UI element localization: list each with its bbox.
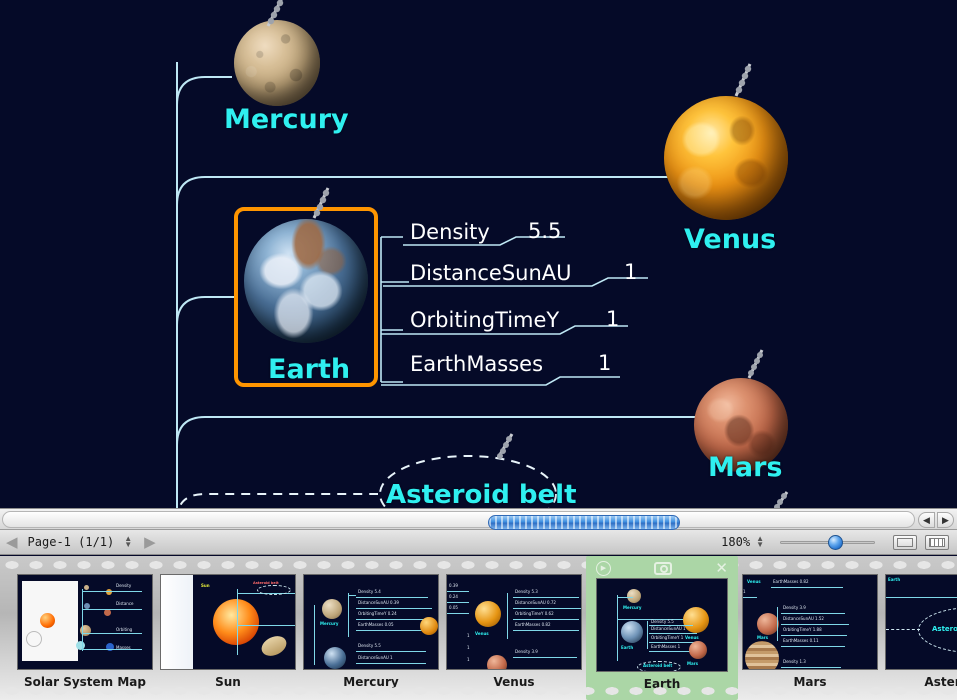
- thumbnail-mars[interactable]: Venus EarthMasses 0.82 1 Mars Density 3.…: [739, 556, 881, 700]
- thumbnail-image: 0.39 0.24 0.05 Venus Density 5.3 Distanc…: [446, 574, 582, 670]
- thumbnail-image: Mercury Venus Earth Density 5.5 Distance…: [596, 578, 728, 672]
- zoom-controls: 180% ▲ ▼: [721, 534, 957, 550]
- attribute-name: OrbitingTimeY: [410, 308, 560, 332]
- zoom-stepper[interactable]: ▲ ▼: [750, 535, 770, 549]
- attribute-value: 1: [606, 307, 620, 331]
- thumbnail-overlay-controls: ▶ ✕: [586, 558, 738, 578]
- camera-lens-icon: [660, 564, 669, 573]
- asteroid-belt-label: Asteroid belt: [386, 480, 577, 508]
- zoom-slider-knob[interactable]: [828, 535, 843, 550]
- thumbnail-caption: Earth: [643, 677, 681, 691]
- status-bar: ◀ Page-1 (1/1) ▲ ▼ ▶ 180% ▲ ▼: [0, 530, 957, 555]
- thumbnail-caption: Asteroid: [924, 675, 957, 689]
- filmstrip-view-button[interactable]: [925, 534, 949, 550]
- page-filmstrip[interactable]: Density Distance Orbiting Masses Solar S…: [0, 556, 957, 700]
- thumbnail-caption: Mars: [793, 675, 827, 689]
- thumbnail-caption: Sun: [215, 675, 241, 689]
- thumbnail-image: Mercury Density 5.4 DistanceSunAU 0.39 O…: [303, 574, 439, 670]
- mars-pin-icon: [747, 349, 764, 379]
- earth-planet-image: [244, 219, 368, 343]
- mercury-pin-icon: [266, 0, 284, 27]
- right-triangle-icon: ▶: [144, 534, 156, 551]
- thumbnail-caption: Venus: [493, 675, 535, 689]
- earth-label: Earth: [268, 354, 351, 385]
- scroll-right-button[interactable]: ▶: [937, 512, 954, 528]
- scroll-left-button[interactable]: ◀: [918, 512, 935, 528]
- previous-page-button[interactable]: ◀: [0, 533, 24, 551]
- zoom-level-label: 180%: [721, 535, 751, 549]
- thumbnail-sun[interactable]: Sun Asteroid belt Sun: [157, 556, 299, 700]
- mars-label: Mars: [708, 452, 783, 483]
- page-indicator: Page-1 (1/1): [27, 535, 115, 549]
- panels-icon: [897, 537, 913, 547]
- stepper-down-icon[interactable]: ▼: [124, 541, 132, 549]
- left-triangle-icon: ◀: [6, 534, 18, 551]
- zoom-slider[interactable]: [780, 535, 875, 550]
- venus-planet-image: [664, 96, 788, 220]
- thumbnail-earth[interactable]: ▶ ✕ Mercury Venus Earth Density 5.5 Dist…: [586, 556, 738, 700]
- thumbnail-caption: Solar System Map: [24, 675, 146, 689]
- next-page-button[interactable]: ▶: [138, 533, 162, 551]
- attribute-name: EarthMasses: [410, 352, 544, 376]
- mindmap-canvas[interactable]: Mercury Venus Earth Density 5.5 Distance…: [0, 0, 957, 508]
- scrollbar-thumb[interactable]: [488, 515, 680, 530]
- right-triangle-icon: ▶: [942, 514, 949, 525]
- play-icon[interactable]: ▶: [596, 560, 611, 576]
- scrollbar-track[interactable]: [2, 511, 915, 530]
- thumbnail-image: Venus EarthMasses 0.82 1 Mars Density 3.…: [742, 574, 878, 670]
- thumbnail-venus[interactable]: 0.39 0.24 0.05 Venus Density 5.3 Distanc…: [443, 556, 585, 700]
- thumbnail-asteroid[interactable]: Earth Asteroid Asteroid: [882, 556, 957, 700]
- attribute-value: 1: [624, 260, 638, 284]
- connector-lines: [176, 62, 700, 508]
- attribute-value: 1: [598, 351, 612, 375]
- left-triangle-icon: ◀: [923, 514, 930, 525]
- stepper-down-icon[interactable]: ▼: [756, 541, 764, 549]
- thumbnail-caption: Mercury: [343, 675, 399, 689]
- thumbnail-image: Earth Asteroid: [885, 574, 957, 670]
- camera-icon[interactable]: [654, 561, 673, 575]
- thumbnail-image: Sun Asteroid belt: [160, 574, 296, 670]
- filmstrip-icon: [929, 537, 945, 547]
- jupiter-pin-icon: [774, 491, 789, 508]
- earth-pin-icon: [312, 187, 330, 219]
- horizontal-scrollbar[interactable]: ◀ ▶: [0, 508, 957, 530]
- normal-view-button[interactable]: [893, 534, 917, 550]
- page-stepper[interactable]: ▲ ▼: [118, 535, 138, 549]
- thumbnail-mercury[interactable]: Mercury Density 5.4 DistanceSunAU 0.39 O…: [300, 556, 442, 700]
- venus-label: Venus: [684, 224, 777, 255]
- attribute-name: DistanceSunAU: [410, 261, 572, 285]
- asteroid-belt-pin-icon: [496, 433, 514, 459]
- close-icon[interactable]: ✕: [715, 559, 728, 577]
- mercury-label: Mercury: [224, 104, 349, 135]
- attribute-value: 5.5: [528, 219, 562, 243]
- thumbnail-solar-system-map[interactable]: Density Distance Orbiting Masses Solar S…: [14, 556, 156, 700]
- thumbnail-image: Density Distance Orbiting Masses: [17, 574, 153, 670]
- attribute-name: Density: [410, 220, 490, 244]
- venus-pin-icon: [734, 63, 752, 97]
